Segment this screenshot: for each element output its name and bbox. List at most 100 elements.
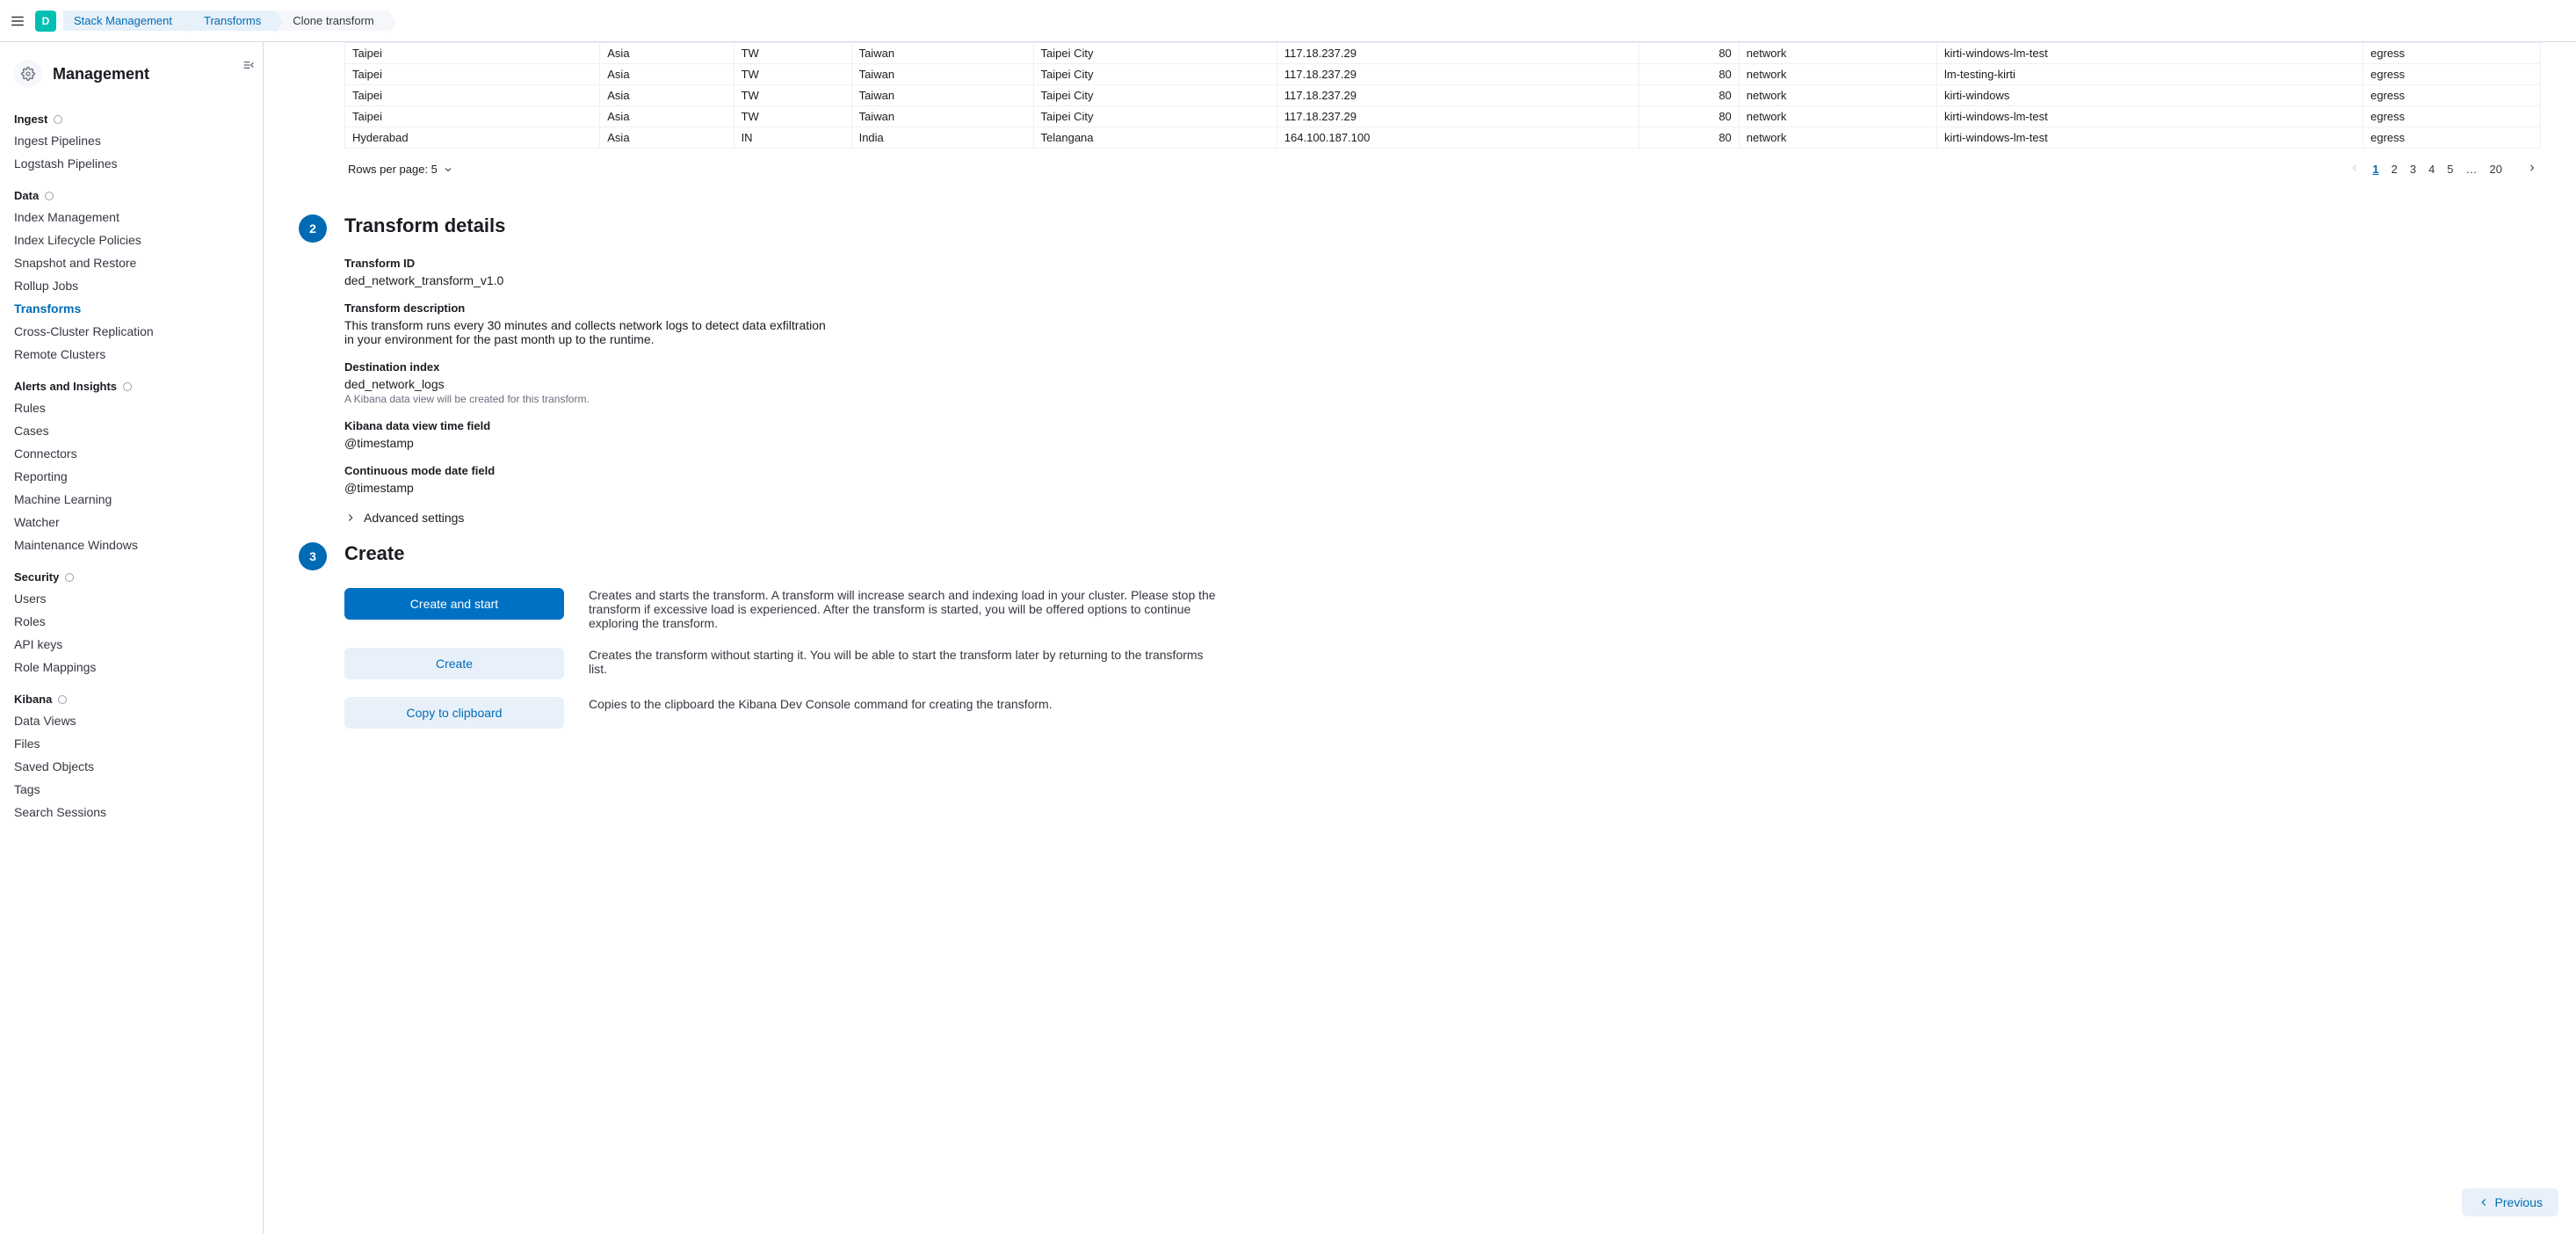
info-icon bbox=[64, 572, 75, 583]
sidebar-item-transforms[interactable]: Transforms bbox=[0, 297, 263, 320]
table-cell: TW bbox=[734, 106, 851, 127]
sidebar-item-rules[interactable]: Rules bbox=[0, 396, 263, 419]
table-cell: network bbox=[1739, 64, 1936, 85]
destination-index-value: ded_network_logs bbox=[344, 377, 836, 391]
sidebar-item-snapshot-and-restore[interactable]: Snapshot and Restore bbox=[0, 251, 263, 274]
gear-icon bbox=[14, 60, 42, 88]
chevron-down-icon bbox=[443, 164, 453, 175]
sidebar-item-files[interactable]: Files bbox=[0, 732, 263, 755]
create-desc: Creates the transform without starting i… bbox=[589, 648, 1221, 676]
sidebar-item-users[interactable]: Users bbox=[0, 587, 263, 610]
page-3[interactable]: 3 bbox=[2410, 163, 2416, 176]
copy-to-clipboard-button[interactable]: Copy to clipboard bbox=[344, 697, 564, 729]
copy-desc: Copies to the clipboard the Kibana Dev C… bbox=[589, 697, 1221, 711]
table-row: TaipeiAsiaTWTaiwanTaipei City117.18.237.… bbox=[345, 85, 2541, 106]
sidebar-item-roles[interactable]: Roles bbox=[0, 610, 263, 633]
continuous-mode-value: @timestamp bbox=[344, 481, 836, 495]
page-1[interactable]: 1 bbox=[2372, 163, 2378, 176]
page-5[interactable]: 5 bbox=[2447, 163, 2453, 176]
table-cell: network bbox=[1739, 43, 1936, 64]
table-cell: Taipei City bbox=[1033, 64, 1277, 85]
sidebar-item-tags[interactable]: Tags bbox=[0, 778, 263, 801]
rows-per-page-select[interactable]: Rows per page: 5 bbox=[348, 163, 453, 176]
sidebar-header: Management bbox=[0, 56, 263, 102]
table-cell: TW bbox=[734, 64, 851, 85]
collapse-sidebar-icon[interactable] bbox=[240, 56, 257, 74]
table-cell: 164.100.187.100 bbox=[1277, 127, 1639, 149]
page-next-icon[interactable] bbox=[2527, 163, 2537, 176]
sidebar-item-ingest-pipelines[interactable]: Ingest Pipelines bbox=[0, 129, 263, 152]
table-row: TaipeiAsiaTWTaiwanTaipei City117.18.237.… bbox=[345, 64, 2541, 85]
sidebar-item-machine-learning[interactable]: Machine Learning bbox=[0, 488, 263, 511]
sidebar-item-search-sessions[interactable]: Search Sessions bbox=[0, 801, 263, 824]
sidebar-group-kibana: Kibana bbox=[0, 686, 263, 709]
page-4[interactable]: 4 bbox=[2428, 163, 2435, 176]
create-and-start-button[interactable]: Create and start bbox=[344, 588, 564, 620]
table-cell: Taiwan bbox=[851, 85, 1033, 106]
table-cell: Taipei City bbox=[1033, 43, 1277, 64]
preview-table: TaipeiAsiaTWTaiwanTaipei City117.18.237.… bbox=[344, 42, 2541, 149]
table-cell: Asia bbox=[600, 64, 734, 85]
info-icon bbox=[122, 381, 133, 392]
sidebar: Management IngestIngest PipelinesLogstas… bbox=[0, 42, 264, 1234]
table-cell: 117.18.237.29 bbox=[1277, 64, 1639, 85]
page-prev-icon[interactable] bbox=[2349, 163, 2360, 176]
step-3-header: 3 Create bbox=[344, 542, 2541, 570]
table-cell: Taiwan bbox=[851, 106, 1033, 127]
breadcrumb-transforms[interactable]: Transforms bbox=[186, 11, 275, 31]
sidebar-group-security: Security bbox=[0, 563, 263, 587]
table-cell: Taipei bbox=[345, 106, 600, 127]
table-cell: 80 bbox=[1639, 127, 1739, 149]
time-field-label: Kibana data view time field bbox=[344, 419, 836, 432]
table-cell: Asia bbox=[600, 85, 734, 106]
sidebar-item-saved-objects[interactable]: Saved Objects bbox=[0, 755, 263, 778]
table-cell: TW bbox=[734, 85, 851, 106]
transform-id-value: ded_network_transform_v1.0 bbox=[344, 273, 836, 287]
sidebar-item-data-views[interactable]: Data Views bbox=[0, 709, 263, 732]
sidebar-item-watcher[interactable]: Watcher bbox=[0, 511, 263, 534]
sidebar-item-index-management[interactable]: Index Management bbox=[0, 206, 263, 229]
table-row: TaipeiAsiaTWTaiwanTaipei City117.18.237.… bbox=[345, 43, 2541, 64]
table-cell: egress bbox=[2363, 64, 2541, 85]
menu-toggle-icon[interactable] bbox=[7, 11, 28, 32]
table-cell: Asia bbox=[600, 127, 734, 149]
sidebar-item-connectors[interactable]: Connectors bbox=[0, 442, 263, 465]
step-2-header: 2 Transform details bbox=[344, 214, 2541, 243]
sidebar-item-index-lifecycle-policies[interactable]: Index Lifecycle Policies bbox=[0, 229, 263, 251]
table-cell: Taipei bbox=[345, 85, 600, 106]
advanced-settings-toggle[interactable]: Advanced settings bbox=[344, 511, 836, 525]
table-cell: egress bbox=[2363, 85, 2541, 106]
table-cell: network bbox=[1739, 127, 1936, 149]
sidebar-item-logstash-pipelines[interactable]: Logstash Pipelines bbox=[0, 152, 263, 175]
sidebar-item-api-keys[interactable]: API keys bbox=[0, 633, 263, 656]
sidebar-item-cross-cluster-replication[interactable]: Cross-Cluster Replication bbox=[0, 320, 263, 343]
table-cell: Asia bbox=[600, 106, 734, 127]
table-cell: Taiwan bbox=[851, 43, 1033, 64]
avatar[interactable]: D bbox=[35, 11, 56, 32]
table-cell: egress bbox=[2363, 127, 2541, 149]
sidebar-group-alerts-and-insights: Alerts and Insights bbox=[0, 373, 263, 396]
sidebar-item-remote-clusters[interactable]: Remote Clusters bbox=[0, 343, 263, 366]
table-row: HyderabadAsiaINIndiaTelangana164.100.187… bbox=[345, 127, 2541, 149]
page-20[interactable]: 20 bbox=[2490, 163, 2502, 176]
time-field-value: @timestamp bbox=[344, 436, 836, 450]
step-3-title: Create bbox=[344, 542, 404, 570]
previous-button[interactable]: Previous bbox=[2462, 1188, 2558, 1216]
breadcrumb-stack-management[interactable]: Stack Management bbox=[63, 11, 186, 31]
table-cell: 117.18.237.29 bbox=[1277, 43, 1639, 64]
sidebar-item-role-mappings[interactable]: Role Mappings bbox=[0, 656, 263, 679]
create-button[interactable]: Create bbox=[344, 648, 564, 679]
chevron-left-icon bbox=[2478, 1196, 2490, 1209]
sidebar-item-reporting[interactable]: Reporting bbox=[0, 465, 263, 488]
page-2[interactable]: 2 bbox=[2391, 163, 2398, 176]
sidebar-item-maintenance-windows[interactable]: Maintenance Windows bbox=[0, 534, 263, 556]
table-cell: India bbox=[851, 127, 1033, 149]
breadcrumb-clone-transform: Clone transform bbox=[275, 11, 387, 31]
table-cell: network bbox=[1739, 106, 1936, 127]
sidebar-item-rollup-jobs[interactable]: Rollup Jobs bbox=[0, 274, 263, 297]
table-cell: lm-testing-kirti bbox=[1936, 64, 2363, 85]
table-cell: kirti-windows-lm-test bbox=[1936, 106, 2363, 127]
table-cell: Taipei City bbox=[1033, 85, 1277, 106]
table-cell: network bbox=[1739, 85, 1936, 106]
sidebar-item-cases[interactable]: Cases bbox=[0, 419, 263, 442]
